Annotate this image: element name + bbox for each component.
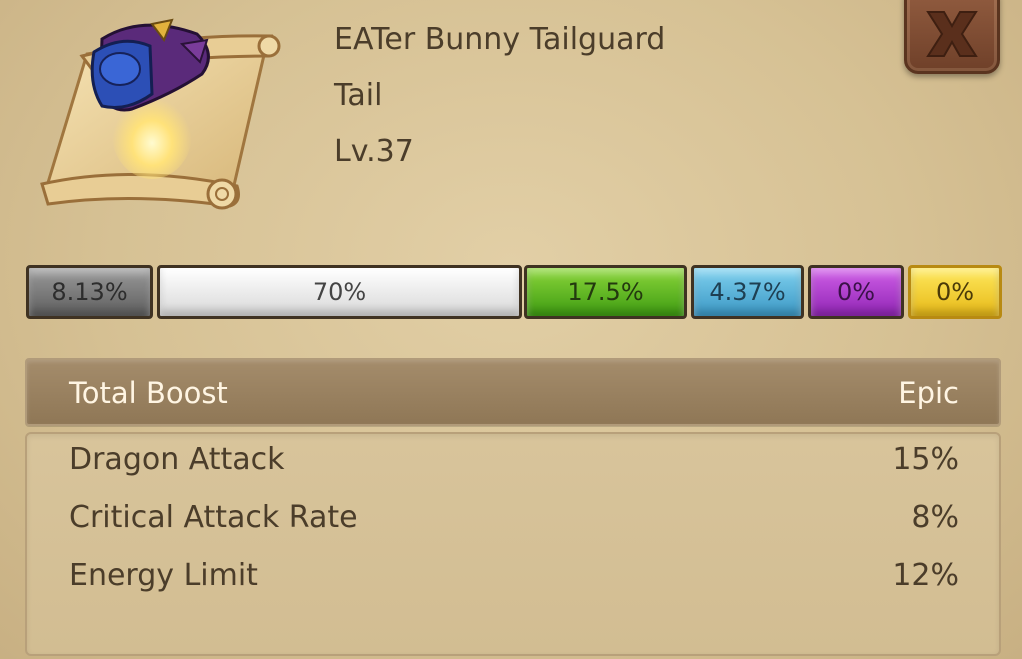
total-boost-header: Total Boost Epic (25, 358, 1001, 426)
item-icon (32, 14, 282, 219)
item-info: EATer Bunny Tailguard Tail Lv.37 (334, 22, 665, 190)
item-level: Lv.37 (334, 134, 414, 169)
rarity-bar-rare: 17.5% (524, 265, 687, 319)
stat-row: Energy Limit 12% (69, 558, 959, 598)
rarity-bar-common: 8.13% (26, 265, 153, 319)
scroll-armor-icon (40, 18, 281, 210)
stat-name: Dragon Attack (69, 442, 285, 477)
boost-rarity: Epic (898, 376, 959, 410)
stats-panel: Dragon Attack 15% Critical Attack Rate 8… (25, 432, 1001, 656)
rarity-bar-uncommon: 70% (157, 265, 522, 319)
stat-row: Critical Attack Rate 8% (69, 500, 959, 540)
rarity-bar-epic: 4.37% (691, 265, 804, 319)
stat-name: Critical Attack Rate (69, 500, 358, 535)
total-boost-label: Total Boost (69, 376, 228, 410)
rarity-chance-bars: 8.13% 70% 17.5% 4.37% 0% 0% (26, 265, 1002, 319)
item-slot: Tail (334, 78, 383, 113)
stat-row: Dragon Attack 15% (69, 442, 959, 482)
stat-value: 15% (892, 442, 959, 477)
close-x-icon (926, 11, 978, 57)
stat-name: Energy Limit (69, 558, 258, 593)
rarity-bar-legendary: 0% (808, 265, 904, 319)
item-name: EATer Bunny Tailguard (334, 22, 666, 57)
stat-value: 12% (892, 558, 959, 593)
rarity-bar-mythic: 0% (908, 265, 1002, 319)
close-button[interactable] (904, 0, 1000, 74)
stat-value: 8% (911, 500, 959, 535)
